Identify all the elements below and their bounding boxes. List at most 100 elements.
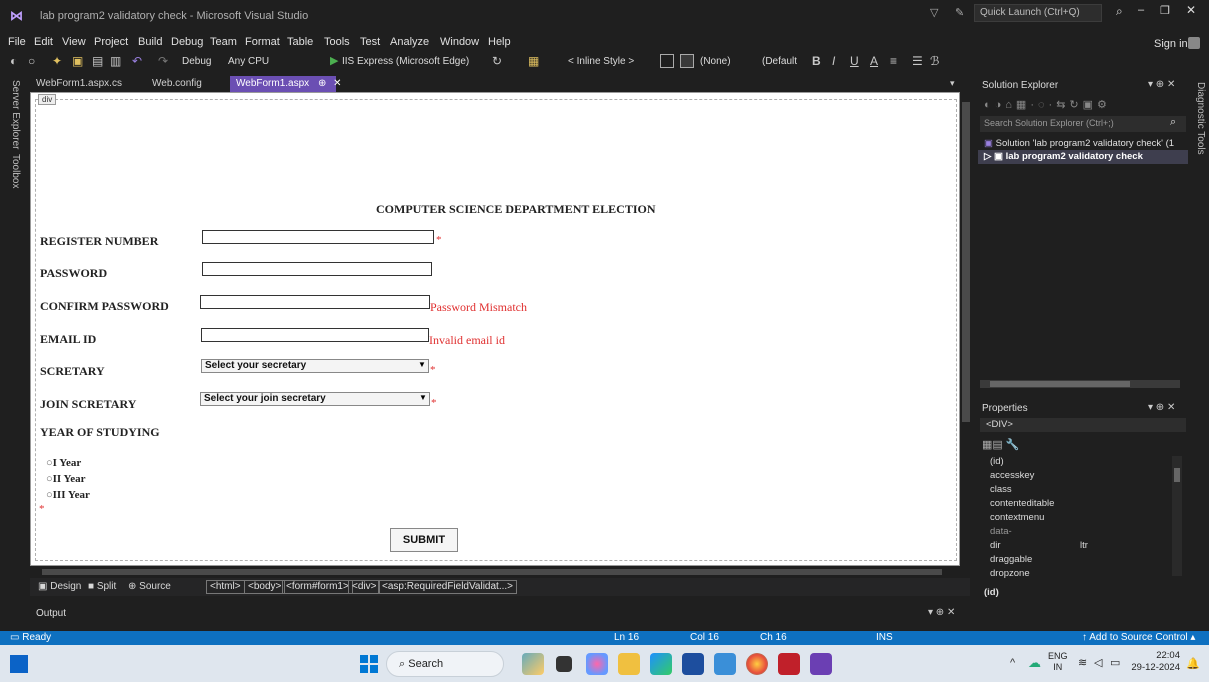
store-icon[interactable] xyxy=(682,653,704,675)
password-input[interactable] xyxy=(202,262,432,276)
bold-icon[interactable]: B xyxy=(812,54,821,68)
breadcrumb-body[interactable]: <body> xyxy=(244,580,286,594)
prop-name[interactable]: accesskey xyxy=(990,470,1034,481)
menu-table[interactable]: Table xyxy=(287,36,313,48)
none-dropdown[interactable]: (None) xyxy=(700,56,731,67)
prop-name[interactable]: contextmenu xyxy=(990,512,1044,523)
quick-launch-input[interactable]: Quick Launch (Ctrl+Q) xyxy=(974,4,1102,22)
back-icon[interactable]: ◐ xyxy=(10,54,17,68)
tab-close-icon[interactable]: ✕ xyxy=(333,78,341,89)
notification-bell-icon[interactable]: 🔔 xyxy=(1186,657,1200,670)
tray-chevron-up-icon[interactable]: ^ xyxy=(1010,657,1015,669)
properties-toolbar-icons[interactable]: ▦▤ 🔧 xyxy=(982,438,1020,451)
breadcrumb-html[interactable]: <html> xyxy=(206,580,245,594)
scroll-thumb[interactable] xyxy=(1174,468,1180,482)
output-pin-icon[interactable]: ▾ ⊕ ✕ xyxy=(928,607,955,618)
windows-start-icon[interactable] xyxy=(360,655,378,673)
menu-view[interactable]: View xyxy=(62,36,86,48)
underline-icon[interactable]: U xyxy=(850,54,859,68)
menu-test[interactable]: Test xyxy=(360,36,380,48)
wifi-icon[interactable]: ≋ xyxy=(1078,656,1087,669)
file-explorer-icon[interactable] xyxy=(618,653,640,675)
solution-toolbar-icons[interactable]: ◐◑⌂▦·◌·⇆↻▣⚙ xyxy=(984,98,1111,111)
tab-webform1-aspx[interactable]: WebForm1.aspx ⊕ ✕ xyxy=(230,76,342,92)
search-icon[interactable]: ⌕ xyxy=(1116,4,1123,19)
toolbox-tab[interactable]: Toolbox xyxy=(10,154,21,188)
undo-icon[interactable]: ↶ xyxy=(132,54,142,68)
taskbar-search[interactable]: ⌕ Search xyxy=(386,651,504,677)
account-icon[interactable] xyxy=(1188,37,1200,49)
tab-overflow-icon[interactable]: ▾ xyxy=(950,78,955,89)
properties-object-select[interactable]: <DIV> xyxy=(980,418,1186,432)
menu-debug[interactable]: Debug xyxy=(171,36,203,48)
refresh-icon[interactable]: ↻ xyxy=(492,54,502,68)
run-icon[interactable]: ▶ xyxy=(330,54,338,67)
vertical-scrollbar[interactable] xyxy=(960,92,972,566)
menu-window[interactable]: Window xyxy=(440,36,479,48)
config-dropdown[interactable]: Debug xyxy=(182,56,211,67)
breadcrumb-validator[interactable]: <asp:RequiredFieldValidat...> xyxy=(378,580,518,594)
widgets-icon[interactable] xyxy=(10,655,28,673)
chevron-down-icon[interactable]: ▼ xyxy=(417,393,429,405)
highlight-icon[interactable]: ℬ xyxy=(930,54,939,68)
menu-build[interactable]: Build xyxy=(138,36,162,48)
save-all-icon[interactable]: ▥ xyxy=(110,54,121,68)
visual-studio-icon[interactable] xyxy=(810,653,832,675)
radio-second-year[interactable]: ○II Year xyxy=(46,473,86,485)
radio-first-year[interactable]: ○I Year xyxy=(46,457,81,469)
font-color-icon[interactable]: A xyxy=(870,54,878,68)
copilot-app-icon[interactable] xyxy=(522,653,544,675)
confirm-password-input[interactable] xyxy=(200,295,430,309)
search-icon[interactable]: ⌕ xyxy=(1170,116,1176,129)
scroll-thumb[interactable] xyxy=(42,569,942,575)
align-icon[interactable]: ≡ xyxy=(890,54,897,68)
platform-dropdown[interactable]: Any CPU xyxy=(228,56,269,67)
feedback-icon[interactable]: ✎ xyxy=(955,6,964,19)
italic-icon[interactable]: I xyxy=(832,54,835,68)
redo-icon[interactable]: ↷ xyxy=(158,54,168,68)
forward-icon[interactable]: ○ xyxy=(28,54,35,68)
solution-node[interactable]: ▣ Solution 'lab program2 validatory chec… xyxy=(984,138,1174,149)
tab-web-config[interactable]: Web.config xyxy=(146,76,208,92)
menu-file[interactable]: File xyxy=(8,36,26,48)
radio-third-year[interactable]: ○III Year xyxy=(46,489,90,501)
browser-link-icon[interactable]: ▦ xyxy=(528,54,539,68)
task-view-icon[interactable] xyxy=(556,656,572,672)
style-application-icon[interactable] xyxy=(680,54,694,68)
server-explorer-tab[interactable]: Server Explorer xyxy=(10,80,21,149)
tab-webform1-aspx-cs[interactable]: WebForm1.aspx.cs xyxy=(30,76,128,92)
prop-name[interactable]: dir xyxy=(990,540,1001,551)
output-panel[interactable]: Output ▾ ⊕ ✕ xyxy=(30,605,970,631)
prop-name[interactable]: draggable xyxy=(990,554,1032,565)
menu-format[interactable]: Format xyxy=(245,36,280,48)
design-view-tab[interactable]: ▣ Design xyxy=(38,581,81,592)
horizontal-scrollbar[interactable] xyxy=(30,566,960,578)
source-view-tab[interactable]: ⊕ Source xyxy=(128,581,171,592)
target-rule-icon[interactable] xyxy=(660,54,674,68)
email-input[interactable] xyxy=(201,328,429,342)
clock[interactable]: 22:04 29-12-2024 xyxy=(1130,650,1180,674)
moodle-icon[interactable] xyxy=(714,653,736,675)
properties-scrollbar[interactable] xyxy=(1172,456,1182,576)
language-indicator[interactable]: ENG IN xyxy=(1048,651,1068,673)
prop-name[interactable]: data- xyxy=(990,526,1012,537)
design-surface[interactable]: div COMPUTER SCIENCE DEPARTMENT ELECTION… xyxy=(30,92,960,566)
prop-name[interactable]: class xyxy=(990,484,1012,495)
chevron-down-icon[interactable]: ▼ xyxy=(416,360,428,372)
expand-icon[interactable]: ▷ xyxy=(984,151,991,162)
solution-search-input[interactable]: Search Solution Explorer (Ctrl+;) xyxy=(980,116,1186,132)
solution-hscrollbar[interactable] xyxy=(980,380,1180,388)
prop-name[interactable]: contenteditable xyxy=(990,498,1054,509)
radio-icon[interactable]: ○ xyxy=(46,489,53,501)
radio-icon[interactable]: ○ xyxy=(46,457,53,469)
add-to-source-control[interactable]: ↑ Add to Source Control ▴ xyxy=(1082,632,1195,643)
menu-project[interactable]: Project xyxy=(94,36,128,48)
filter-icon[interactable]: ▽ xyxy=(930,6,938,19)
inline-style-dropdown[interactable]: < Inline Style > xyxy=(568,56,634,67)
menu-help[interactable]: Help xyxy=(488,36,511,48)
prop-value[interactable]: ltr xyxy=(1080,540,1088,551)
split-view-tab[interactable]: ■ Split xyxy=(88,581,116,592)
panel-pin-icon[interactable]: ▾ ⊕ ✕ xyxy=(1148,402,1175,413)
menu-team[interactable]: Team xyxy=(210,36,237,48)
menu-edit[interactable]: Edit xyxy=(34,36,53,48)
